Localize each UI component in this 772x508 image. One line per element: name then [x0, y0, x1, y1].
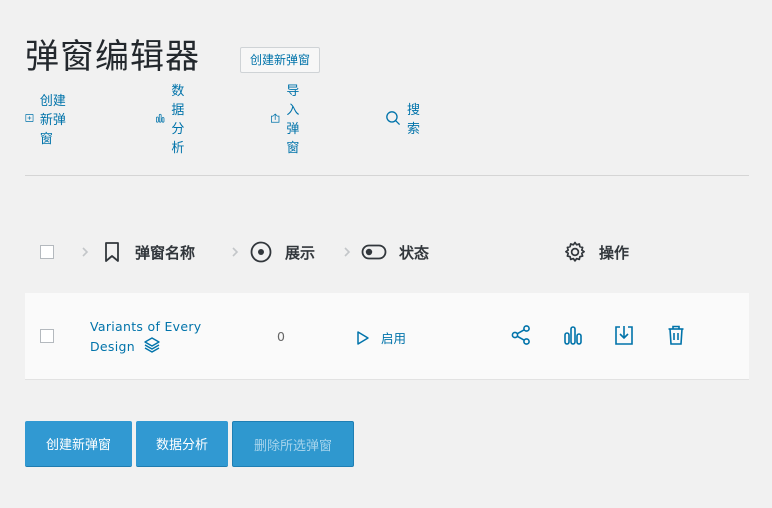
download-icon — [615, 326, 633, 345]
toolbar-create-link[interactable]: 创建新弹窗 — [25, 94, 66, 147]
chevron-right-icon — [232, 247, 239, 257]
divider — [25, 175, 749, 176]
table-row: Variants of Every Design 0 启用 — [25, 293, 749, 380]
column-status[interactable]: 状态 — [341, 232, 429, 272]
column-name[interactable]: 弹窗名称 — [79, 232, 195, 272]
toggle-icon — [361, 244, 387, 260]
column-views[interactable]: 展示 — [229, 232, 315, 272]
circle-dot-icon — [250, 241, 272, 263]
row-checkbox-wrap — [40, 329, 54, 343]
toolbar-search-link[interactable]: 搜索 — [385, 103, 426, 137]
column-name-label: 弹窗名称 — [135, 243, 196, 262]
column-actions-label: 操作 — [599, 243, 630, 262]
views-count: 0 — [277, 329, 285, 344]
toolbar-create-label: 创建新弹窗 — [39, 93, 66, 147]
toolbar-search-label: 搜索 — [407, 103, 421, 137]
share-action[interactable] — [510, 324, 532, 350]
toolbar-analytics-link[interactable]: 数据分析 — [155, 84, 196, 156]
chevron-right-icon — [344, 247, 351, 257]
analytics-button[interactable]: 数据分析 — [136, 421, 228, 467]
play-icon — [357, 330, 369, 345]
bars-icon — [156, 113, 165, 123]
status-label: 启用 — [381, 331, 407, 346]
analytics-action[interactable] — [562, 324, 584, 350]
layers-icon[interactable] — [143, 336, 161, 354]
toolbar-import-label: 导入弹窗 — [286, 84, 300, 156]
gear-icon — [565, 241, 585, 262]
title-create-button[interactable]: 创建新弹窗 — [240, 47, 321, 73]
bars-icon — [564, 326, 582, 345]
popup-name-line1: Variants of Every — [90, 319, 202, 334]
page-title: 弹窗编辑器 — [25, 37, 200, 77]
popup-name-line2: Design — [90, 339, 135, 354]
chevron-right-icon — [82, 247, 89, 257]
toolbar-analytics-label: 数据分析 — [171, 84, 185, 156]
create-popup-button[interactable]: 创建新弹窗 — [25, 421, 132, 467]
status-toggle[interactable]: 启用 — [355, 328, 406, 347]
export-action[interactable] — [613, 324, 635, 350]
row-checkbox[interactable] — [40, 329, 54, 343]
bookmark-icon — [105, 242, 119, 262]
select-all-checkbox-wrap — [40, 232, 54, 272]
table-header: 弹窗名称 展示 状态 操作 — [25, 232, 749, 272]
popup-name-link[interactable]: Variants of Every Design — [90, 318, 201, 356]
upload-icon — [271, 113, 280, 123]
toolbar-import-link[interactable]: 导入弹窗 — [270, 84, 311, 156]
delete-selected-button[interactable]: 删除所选弹窗 — [232, 421, 354, 467]
delete-action[interactable] — [665, 324, 687, 350]
column-status-label: 状态 — [399, 243, 430, 262]
search-icon — [386, 111, 401, 126]
share-icon — [511, 325, 530, 345]
plus-square-icon — [25, 114, 34, 122]
select-all-checkbox[interactable] — [40, 245, 54, 259]
trash-icon — [668, 325, 684, 345]
column-actions: 操作 — [563, 232, 629, 272]
column-views-label: 展示 — [285, 243, 316, 262]
